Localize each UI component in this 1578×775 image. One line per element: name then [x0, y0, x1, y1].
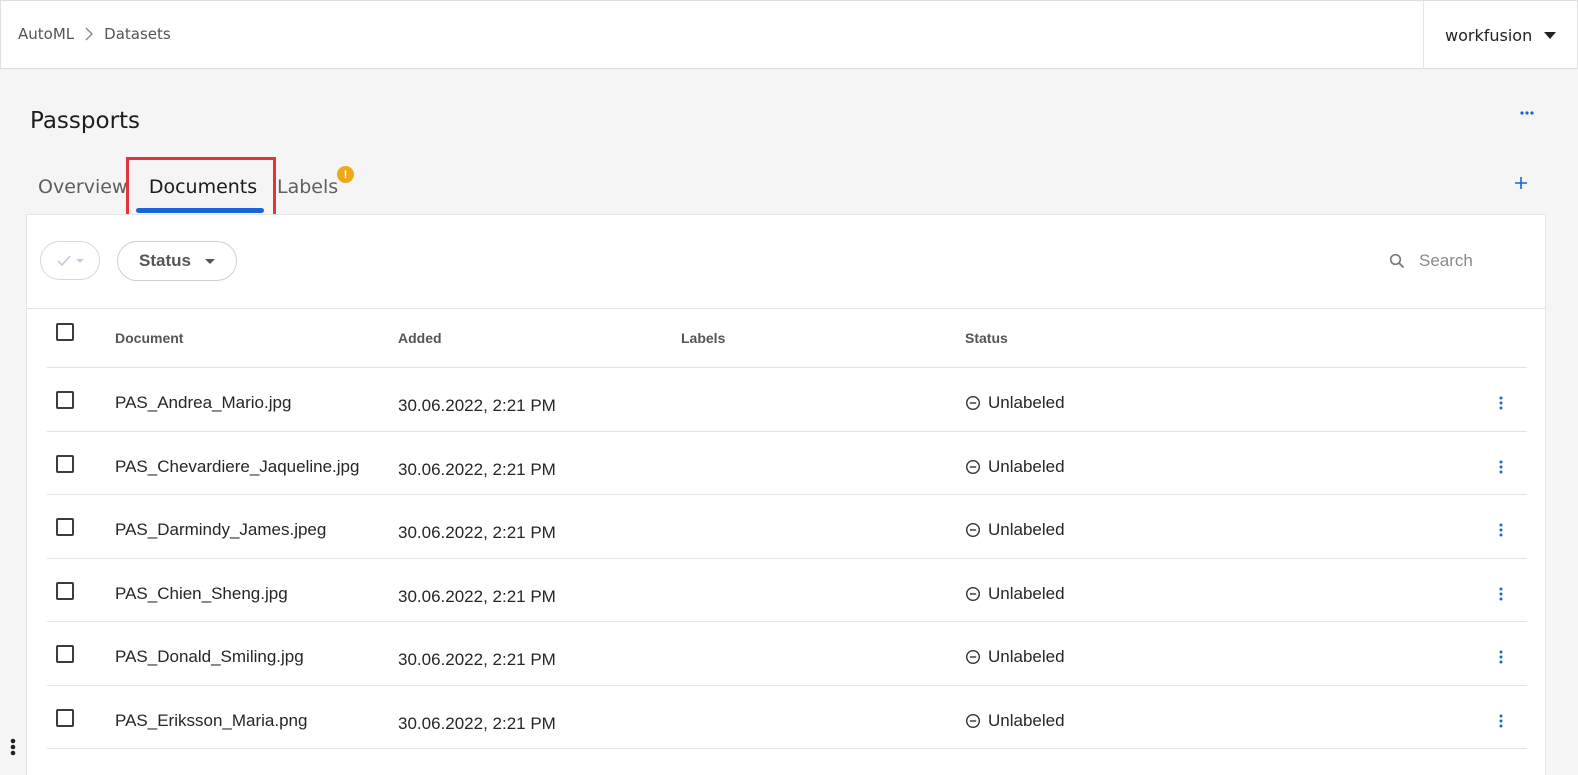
minus-circle-icon	[965, 713, 981, 728]
minus-circle-icon	[965, 522, 981, 538]
vertical-dots-icon	[10, 738, 16, 756]
table-row[interactable]: PAS_Chien_Sheng.jpg 30.06.2022, 2:21 PM …	[47, 559, 1527, 622]
vertical-dots-icon	[1499, 396, 1503, 410]
status-cell: Unlabeled	[965, 520, 1065, 540]
row-checkbox[interactable]	[56, 391, 74, 409]
table-row[interactable]: PAS_Darmindy_James.jpeg 30.06.2022, 2:21…	[47, 495, 1527, 559]
status-text: Unlabeled	[988, 520, 1065, 539]
status-filter-dropdown[interactable]: Status	[117, 241, 237, 281]
document-name[interactable]: PAS_Andrea_Mario.jpg	[115, 393, 291, 413]
column-header-document[interactable]: Document	[115, 330, 183, 346]
tab-overview[interactable]: Overview	[38, 160, 127, 214]
status-cell: Unlabeled	[965, 711, 1065, 731]
vertical-dots-icon	[1499, 460, 1503, 473]
table-row[interactable]: PAS_Donald_Smiling.jpg 30.06.2022, 2:21 …	[47, 622, 1527, 686]
more-options-button[interactable]	[1515, 104, 1539, 122]
breadcrumb-item-datasets[interactable]: Datasets	[104, 25, 171, 43]
plus-icon	[1515, 177, 1527, 189]
status-text: Unlabeled	[988, 393, 1065, 412]
document-name[interactable]: PAS_Eriksson_Maria.png	[115, 711, 307, 731]
status-text: Unlabeled	[988, 710, 1065, 730]
chevron-right-icon	[82, 27, 96, 41]
tab-labels[interactable]: Labels	[277, 160, 338, 214]
status-text: Unlabeled	[988, 647, 1065, 666]
horizontal-dots-icon	[1520, 111, 1534, 115]
bulk-select-button[interactable]	[40, 241, 100, 280]
side-menu-button[interactable]	[8, 738, 18, 756]
added-date: 30.06.2022, 2:21 PM	[398, 586, 556, 606]
status-cell: Unlabeled	[965, 584, 1065, 604]
active-tab-indicator	[136, 208, 264, 213]
column-header-added[interactable]: Added	[398, 330, 442, 346]
row-menu-button[interactable]	[1491, 586, 1511, 602]
add-button[interactable]	[1511, 173, 1531, 193]
row-checkbox[interactable]	[56, 454, 74, 473]
status-cell: Unlabeled	[965, 393, 1065, 413]
table-row[interactable]: PAS_Chevardiere_Jaqueline.jpg 30.06.2022…	[47, 432, 1527, 495]
document-name[interactable]: PAS_Chevardiere_Jaqueline.jpg	[115, 457, 359, 477]
row-checkbox[interactable]	[56, 708, 74, 727]
documents-panel: Status Document Added Labels Status PAS_…	[26, 214, 1546, 775]
table-row[interactable]: PAS_Eriksson_Maria.png 30.06.2022, 2:21 …	[47, 686, 1527, 749]
minus-circle-icon	[965, 395, 981, 411]
search-box	[1389, 245, 1539, 277]
row-checkbox[interactable]	[56, 518, 74, 536]
status-text: Unlabeled	[988, 583, 1065, 603]
caret-down-icon	[1544, 31, 1557, 39]
row-checkbox[interactable]	[56, 645, 74, 663]
row-checkbox[interactable]	[56, 581, 74, 600]
table-header: Document Added Labels Status	[47, 309, 1527, 368]
table-row[interactable]: PAS_Andrea_Mario.jpg 30.06.2022, 2:21 PM…	[47, 368, 1527, 432]
document-name[interactable]: PAS_Darmindy_James.jpeg	[115, 520, 326, 540]
table-toolbar: Status	[27, 215, 1545, 309]
added-date: 30.06.2022, 2:21 PM	[398, 713, 556, 733]
top-bar: AutoML Datasets workfusion	[0, 0, 1578, 69]
page-title: Passports	[30, 108, 141, 134]
account-name: workfusion	[1445, 25, 1533, 45]
documents-table: Document Added Labels Status PAS_Andrea_…	[47, 309, 1527, 749]
vertical-dots-icon	[1499, 650, 1503, 664]
check-icon	[56, 255, 71, 266]
added-date: 30.06.2022, 2:21 PM	[398, 396, 556, 415]
status-cell: Unlabeled	[965, 457, 1065, 477]
document-name[interactable]: PAS_Donald_Smiling.jpg	[115, 647, 304, 667]
added-date: 30.06.2022, 2:21 PM	[398, 459, 556, 479]
added-date: 30.06.2022, 2:21 PM	[398, 650, 556, 669]
document-name[interactable]: PAS_Chien_Sheng.jpg	[115, 584, 288, 604]
search-icon	[1389, 253, 1405, 269]
row-menu-button[interactable]	[1491, 522, 1511, 538]
row-menu-button[interactable]	[1491, 459, 1511, 475]
column-header-labels[interactable]: Labels	[681, 330, 725, 346]
minus-circle-icon	[965, 586, 981, 601]
vertical-dots-icon	[1499, 587, 1503, 600]
status-filter-label: Status	[139, 251, 191, 270]
labels-warning-badge: !	[337, 166, 354, 183]
status-text: Unlabeled	[988, 456, 1065, 476]
added-date: 30.06.2022, 2:21 PM	[398, 523, 556, 542]
tab-documents[interactable]: Documents	[130, 160, 276, 214]
account-menu[interactable]: workfusion	[1423, 1, 1578, 69]
column-header-status[interactable]: Status	[965, 330, 1008, 346]
select-all-checkbox[interactable]	[56, 323, 74, 341]
breadcrumb: AutoML Datasets	[18, 25, 171, 43]
minus-circle-icon	[965, 649, 981, 665]
search-input[interactable]	[1419, 251, 1529, 271]
vertical-dots-icon	[1499, 523, 1503, 537]
minus-circle-icon	[965, 459, 981, 474]
vertical-dots-icon	[1499, 714, 1503, 727]
row-menu-button[interactable]	[1491, 395, 1511, 411]
caret-down-icon	[204, 258, 215, 264]
caret-down-icon	[75, 258, 84, 263]
status-cell: Unlabeled	[965, 647, 1065, 667]
breadcrumb-item-automl[interactable]: AutoML	[18, 25, 74, 43]
row-menu-button[interactable]	[1491, 713, 1511, 729]
row-menu-button[interactable]	[1491, 649, 1511, 665]
